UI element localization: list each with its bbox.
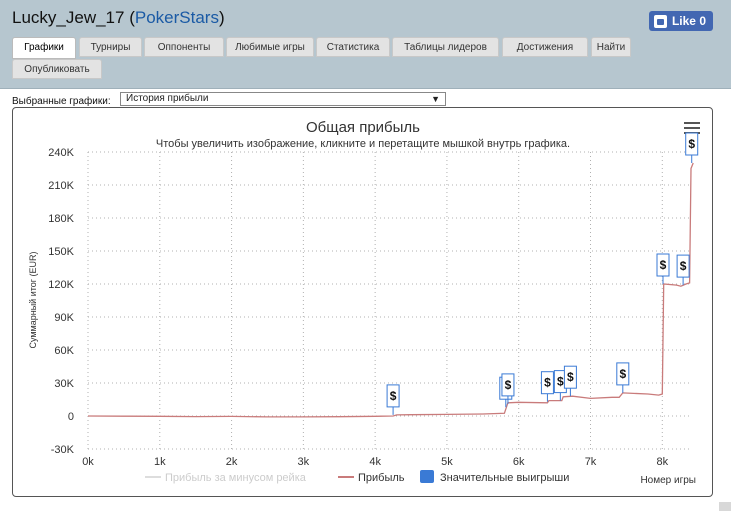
chart-subtitle: Чтобы увеличить изображение, кликните и … — [156, 138, 570, 150]
x-tick-label: 2k — [226, 456, 238, 468]
big-win-flag-label: $ — [619, 367, 626, 381]
x-tick-label: 0k — [82, 456, 94, 468]
big-win-flag-label: $ — [688, 137, 695, 151]
profit-series-line — [87, 162, 694, 418]
y-tick-label: 180K — [48, 213, 74, 225]
x-tick-label: 6k — [513, 456, 525, 468]
y-tick-label: 0 — [68, 411, 74, 423]
profit-chart: Общая прибыль Чтобы увеличить изображение… — [28, 119, 699, 486]
big-win-flag-label: $ — [557, 375, 564, 389]
y-tick-label: -30K — [51, 444, 75, 456]
chart-title: Общая прибыль — [306, 119, 420, 136]
y-axis-title: Суммарный итог (EUR) — [28, 251, 38, 348]
big-win-flag-label: $ — [660, 258, 667, 272]
y-tick-label: 240K — [48, 147, 74, 159]
big-win-flag-label: $ — [544, 376, 551, 390]
y-tick-label: 30K — [54, 378, 74, 390]
big-win-flag-label: $ — [567, 370, 574, 384]
x-axis-title: Номер игры — [640, 475, 696, 486]
legend-big-wins-label: Значительные выигрыши — [440, 472, 569, 484]
y-tick-label: 210K — [48, 180, 74, 192]
big-win-flag-label: $ — [505, 378, 512, 392]
legend-rake-label: Прибыль за минусом рейка — [165, 472, 307, 484]
x-tick-label: 1k — [154, 456, 166, 468]
scrollbar-corner[interactable] — [719, 502, 731, 511]
y-tick-label: 150K — [48, 246, 74, 258]
big-win-flag-label: $ — [390, 389, 397, 403]
x-tick-label: 7k — [585, 456, 597, 468]
big-win-flag-label: $ — [680, 259, 687, 273]
x-tick-label: 5k — [441, 456, 453, 468]
y-tick-label: 60K — [54, 345, 74, 357]
legend-profit-label: Прибыль — [358, 472, 405, 484]
x-tick-label: 4k — [369, 456, 381, 468]
y-tick-label: 90K — [54, 312, 74, 324]
x-tick-label: 3k — [298, 456, 310, 468]
x-tick-label: 8k — [656, 456, 668, 468]
y-tick-label: 120K — [48, 279, 74, 291]
legend-big-wins-swatch — [420, 470, 434, 483]
